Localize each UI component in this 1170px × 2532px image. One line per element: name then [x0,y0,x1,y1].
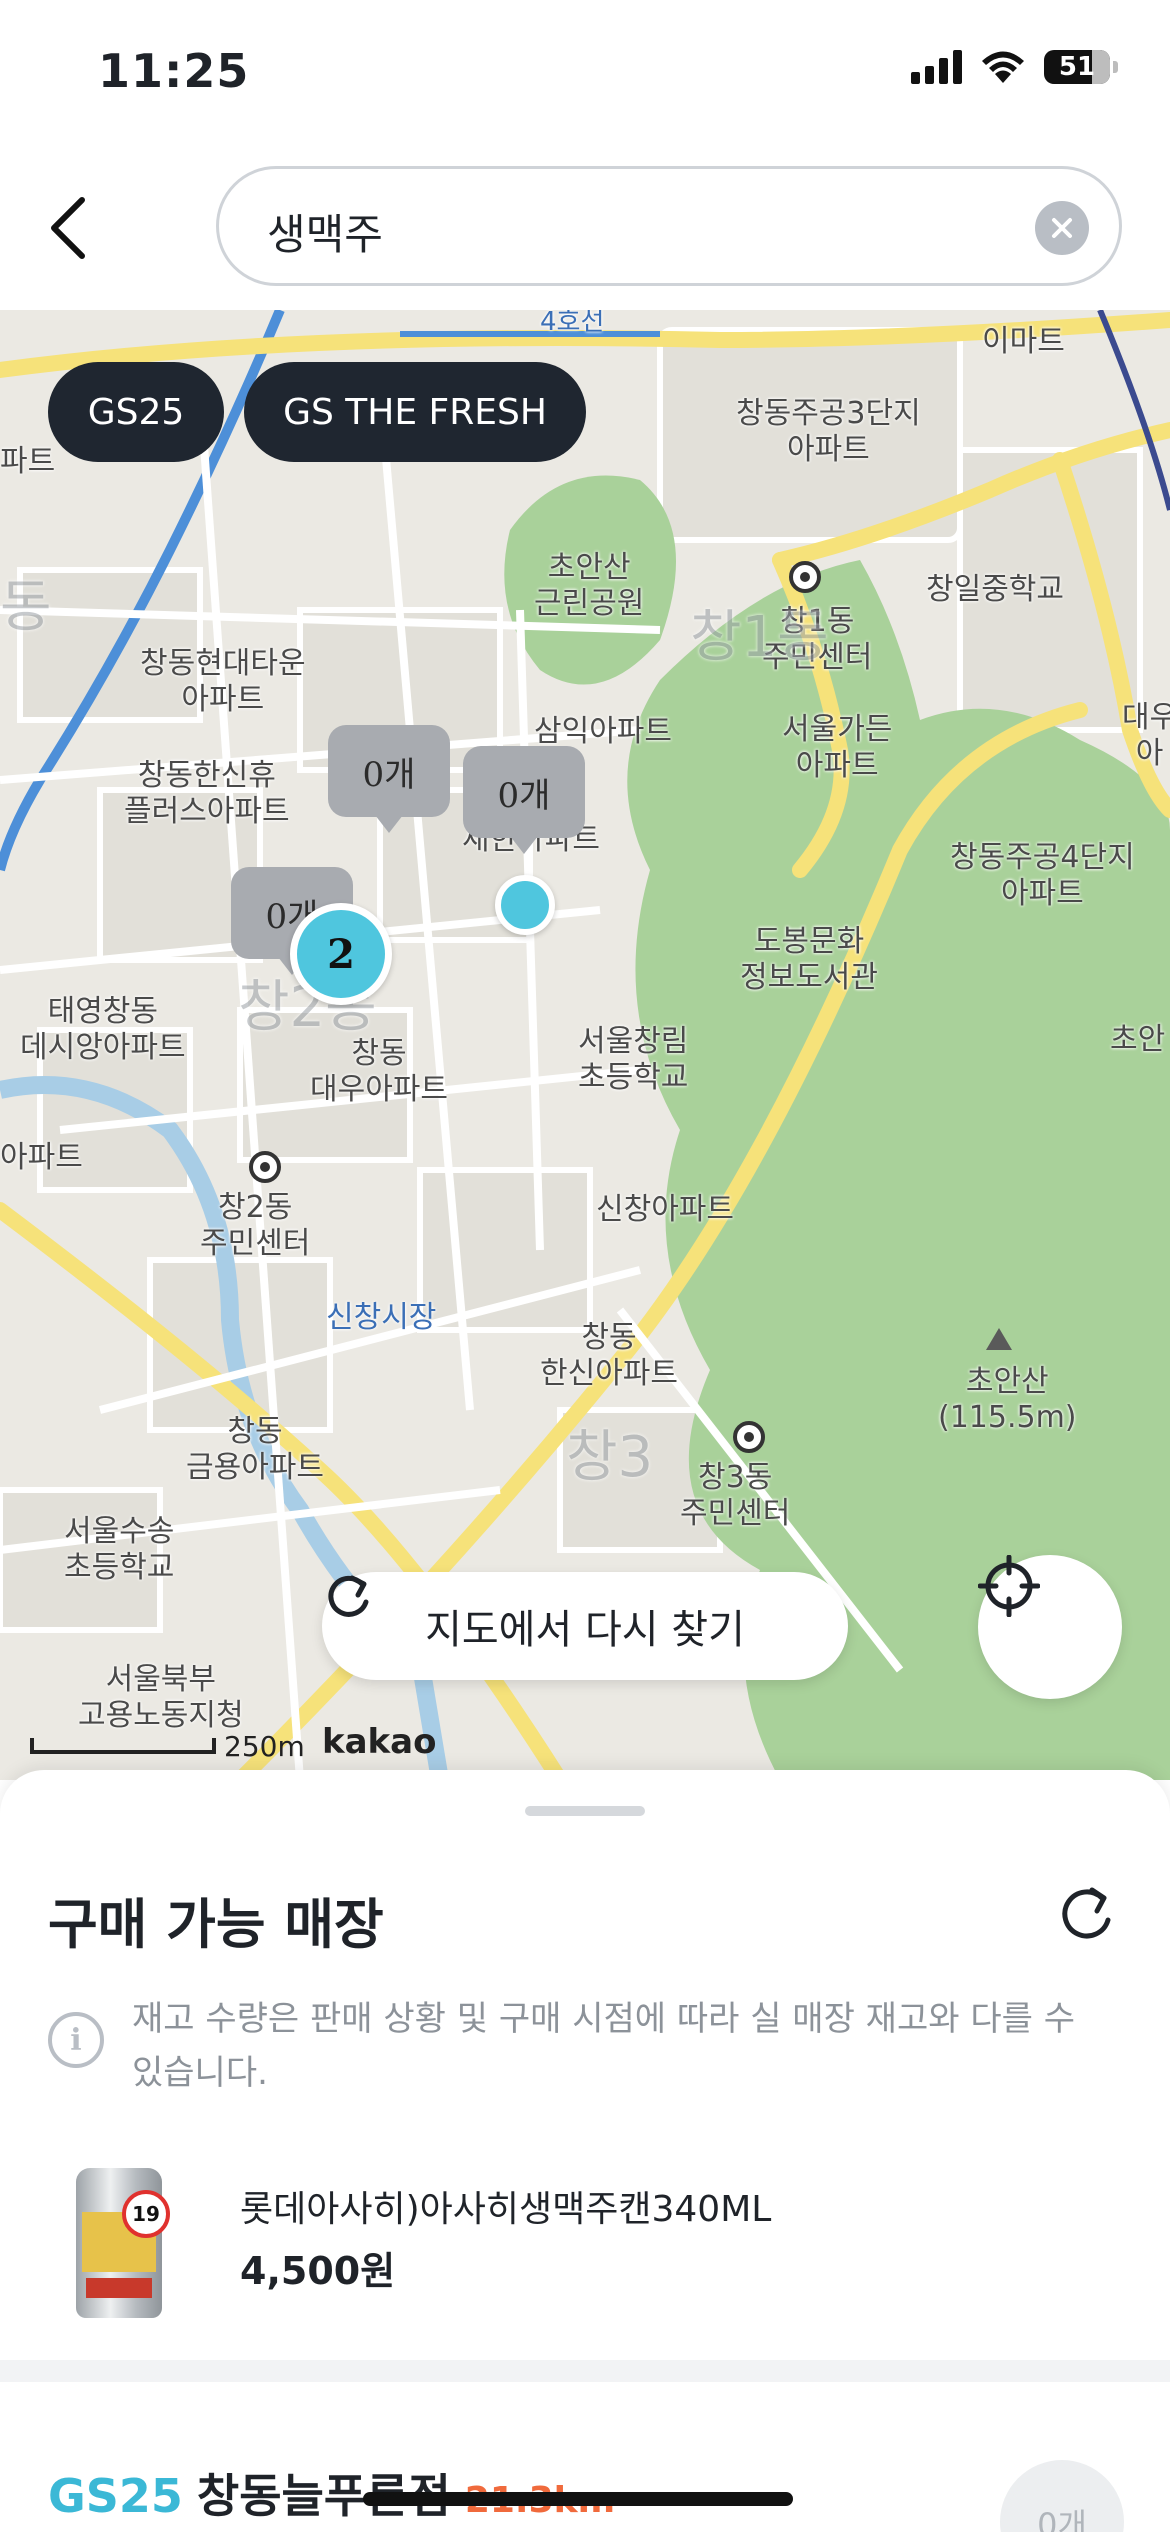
status-time: 11:25 [98,44,250,98]
crosshair-icon [978,1555,1040,1617]
map-label: 동 [0,575,52,640]
map-label: 초안산 근린공원 [534,550,645,621]
public-office-icon [733,1421,765,1453]
chevron-left-icon [51,197,85,259]
filter-chip-gs25[interactable]: GS25 [48,362,224,462]
search-header: 생맥주 [0,150,1170,310]
map-label: 창동 대우아파트 [310,1036,448,1107]
map-label: 창3동 주민센터 [680,1460,791,1531]
product-price: 4,500원 [240,2249,396,2293]
status-icons: 51 [911,50,1118,84]
current-location-button[interactable] [978,1555,1122,1699]
age-restriction-badge: 19 [122,2190,170,2238]
sheet-title: 구매 가능 매장 [48,1893,384,1956]
map-label: 초안 [1110,1022,1166,1057]
refresh-button[interactable] [1050,1878,1122,1950]
battery-level: 51 [1058,52,1096,82]
home-indicator [363,2492,793,2506]
store-location-dot[interactable] [495,875,555,935]
filter-chip-gs-the-fresh[interactable]: GS THE FRESH [244,362,586,462]
status-bar: 11:25 51 [0,0,1170,150]
map-label: 창일중학교 [926,572,1064,607]
map-label: 4호선 [540,310,605,337]
store-brand: GS25 [48,2469,183,2523]
map-label: 창동현대타운 아파트 [140,646,306,717]
map-label: 창1동 [690,605,829,670]
sheet-drag-handle[interactable] [525,1806,645,1816]
refresh-icon [1062,1887,1111,1939]
store-marker[interactable]: 0개 [328,725,450,833]
map-label: 신창시장 [326,1300,437,1335]
map-label: 파트 [0,444,56,479]
map-label: 창동 금용아파트 [186,1414,324,1485]
search-this-area-button[interactable]: 지도에서 다시 찾기 [322,1572,848,1680]
map-label: 삼익아파트 [534,714,672,749]
mountain-peak-icon [986,1328,1012,1350]
clear-icon [1052,218,1072,238]
map-view[interactable]: 4호선 이마트 창동주공3단지 아파트 파트 초안산 근린공원 창1동 주민센터… [0,310,1170,1780]
map-label: 도봉문화 정보도서관 [740,924,878,995]
map-scale-bar [30,1738,216,1754]
product-name: 롯데아사히)아사히생맥주캔340ML [240,2189,772,2230]
map-label: 서울가든 아파트 [782,712,893,783]
public-office-icon [789,561,821,593]
map-label: 이마트 [982,324,1065,359]
map-label: 아파트 [0,1140,83,1175]
battery-icon: 51 [1044,50,1118,84]
search-this-area-label: 지도에서 다시 찾기 [425,1607,745,1653]
search-input[interactable]: 생맥주 [216,166,1122,286]
map-label: 서울북부 고용노동지청 [78,1662,244,1733]
store-stock-badge: 0개 [1000,2460,1124,2532]
wifi-icon [982,51,1024,83]
stock-notice: 재고 수량은 판매 상황 및 구매 시점에 따라 실 매장 재고와 다를 수 있… [132,1999,1075,2093]
map-label: 대우 아 [1122,700,1170,771]
map-label: 창2동 주민센터 [200,1190,311,1261]
search-query: 생맥주 [267,210,383,259]
back-button[interactable] [40,190,96,266]
store-marker[interactable]: 0개 [463,746,585,854]
public-office-icon [249,1151,281,1183]
store-cluster-marker[interactable]: 2 [290,903,392,1005]
map-label: 창동 한신아파트 [540,1320,678,1391]
signal-icon [911,50,962,84]
map-label: 서울수송 초등학교 [64,1514,175,1585]
map-label: 태영창동 데시앙아파트 [20,994,186,1065]
map-label: 창동주공4단지 아파트 [950,840,1135,911]
map-label: 초안산 (115.5m) [938,1364,1077,1435]
clear-search-button[interactable] [1035,201,1089,255]
info-icon: i [48,2012,104,2068]
map-attribution: kakao [322,1722,437,1762]
map-label: 신창아파트 [596,1192,734,1227]
map-label: 창3 [566,1425,654,1490]
map-label: 서울창림 초등학교 [578,1024,689,1095]
section-divider [0,2360,1170,2382]
refresh-icon [328,1575,369,1617]
store-list-sheet: 구매 가능 매장 i 재고 수량은 판매 상황 및 구매 시점에 따라 실 매장… [0,1770,1170,2532]
map-label: 창동한신휴 플러스아파트 [124,758,290,829]
map-label: 창동주공3단지 아파트 [736,396,921,467]
map-scale-label: 250m [224,1730,305,1763]
